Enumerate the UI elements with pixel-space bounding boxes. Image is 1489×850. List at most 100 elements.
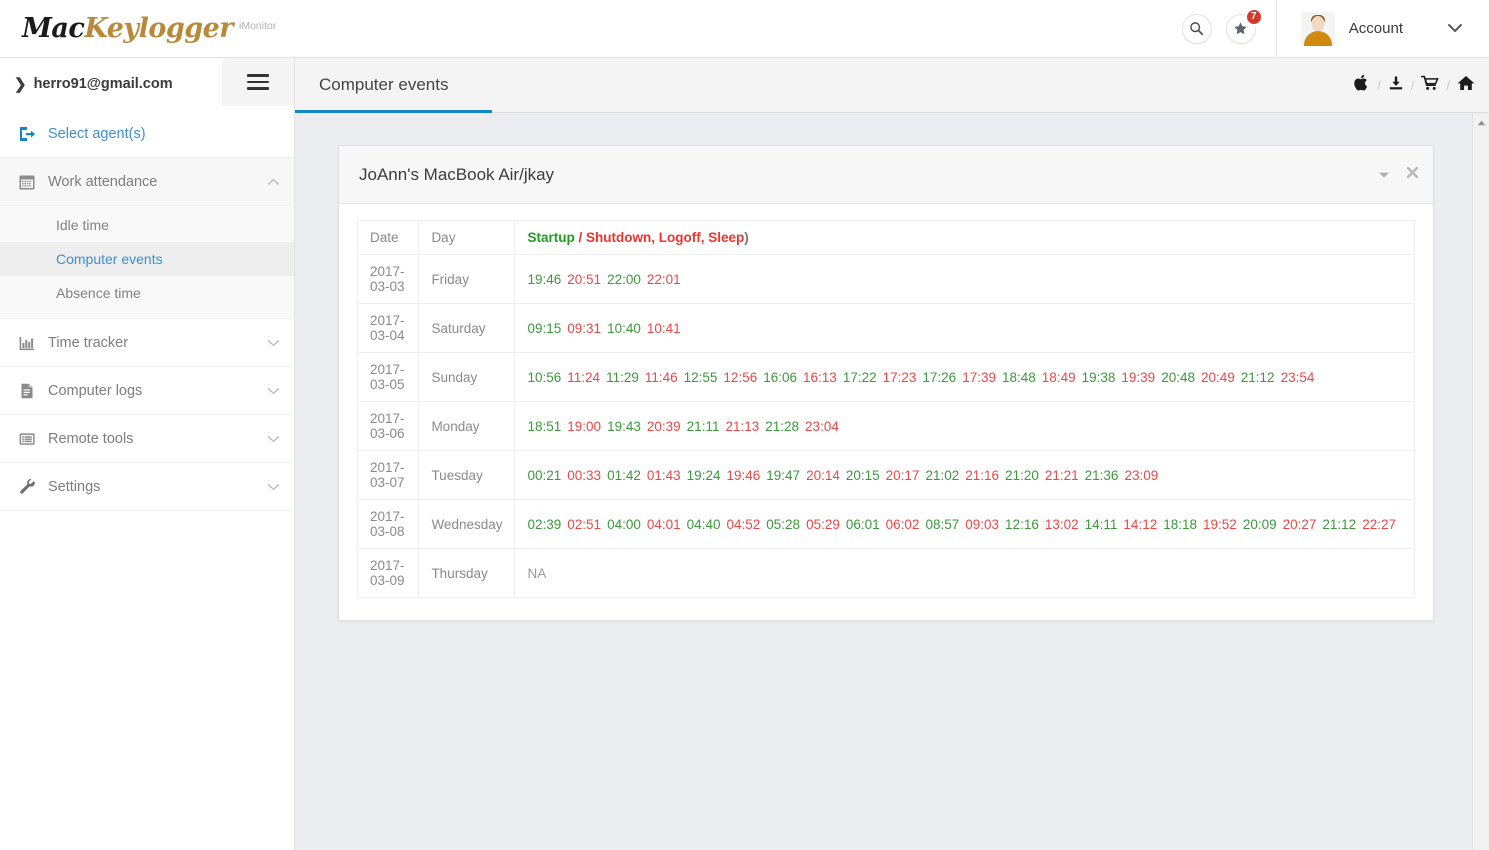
event-stop-time: 23:09 bbox=[1124, 468, 1158, 483]
header-separator: / bbox=[1446, 78, 1450, 93]
cell-events: 02:3902:5104:0004:0104:4004:5205:2805:29… bbox=[515, 500, 1415, 549]
app-logo[interactable]: MacKeylogger iMonitor bbox=[0, 13, 276, 44]
event-startup-time: 09:15 bbox=[527, 321, 561, 336]
chevron-right-icon: ❯ bbox=[14, 75, 27, 93]
cell-events: 19:4620:5122:0022:01 bbox=[515, 255, 1415, 304]
account-menu[interactable]: Account bbox=[1277, 0, 1489, 58]
sidebar-item-label: Work attendance bbox=[48, 174, 157, 190]
sidebar-item-settings[interactable]: Settings bbox=[0, 463, 294, 511]
sidebar-item-idle-time[interactable]: Idle time bbox=[0, 208, 294, 242]
event-stop-time: 05:29 bbox=[806, 517, 840, 532]
event-stop-time: 22:27 bbox=[1362, 517, 1396, 532]
favorites-button[interactable]: 7 bbox=[1226, 14, 1256, 44]
event-stop-time: 20:27 bbox=[1283, 517, 1317, 532]
cell-day: Saturday bbox=[419, 304, 515, 353]
chevron-down-icon bbox=[1447, 20, 1463, 38]
caret-up-icon[interactable] bbox=[1473, 114, 1489, 131]
event-stop-time: 21:21 bbox=[1045, 468, 1079, 483]
document-icon bbox=[18, 382, 48, 400]
event-startup-time: 11:29 bbox=[606, 370, 639, 385]
apple-icon[interactable] bbox=[1354, 74, 1370, 96]
sidebar-item-remote-tools[interactable]: Remote tools bbox=[0, 415, 294, 463]
star-icon bbox=[1233, 21, 1248, 36]
event-startup-time: 20:48 bbox=[1161, 370, 1195, 385]
table-row: 2017-03-07Tuesday00:2100:3301:4201:4319:… bbox=[358, 451, 1415, 500]
event-startup-time: 21:02 bbox=[925, 468, 959, 483]
sidebar-item-computer-events[interactable]: Computer events bbox=[0, 242, 294, 276]
close-icon[interactable] bbox=[1406, 166, 1419, 184]
sidebar-item-time-tracker[interactable]: Time tracker bbox=[0, 319, 294, 367]
table-row: 2017-03-04Saturday09:1509:3110:4010:41 bbox=[358, 304, 1415, 353]
event-stop-time: 23:04 bbox=[805, 419, 839, 434]
content-scrollbar[interactable] bbox=[1472, 114, 1489, 850]
event-startup-time: 18:18 bbox=[1163, 517, 1197, 532]
table-row: 2017-03-08Wednesday02:3902:5104:0004:010… bbox=[358, 500, 1415, 549]
account-label: Account bbox=[1349, 20, 1403, 37]
panel-body: Date Day Startup / Shutdown, Logoff, Sle… bbox=[339, 204, 1433, 620]
event-stop-time: 02:51 bbox=[567, 517, 601, 532]
event-stop-time: 20:17 bbox=[886, 468, 920, 483]
event-startup-time: 17:26 bbox=[922, 370, 956, 385]
sidebar-subitem-label: Computer events bbox=[56, 251, 163, 267]
tab-computer-events[interactable]: Computer events bbox=[295, 58, 472, 113]
cell-day: Sunday bbox=[419, 353, 515, 402]
event-stop-time: 01:43 bbox=[647, 468, 681, 483]
event-startup-time: 04:00 bbox=[607, 517, 641, 532]
chevron-down-icon bbox=[267, 334, 280, 352]
event-stop-time: 20:39 bbox=[647, 419, 681, 434]
search-icon bbox=[1189, 21, 1204, 36]
legend-stop: Shutdown, Logoff, Sleep bbox=[586, 230, 744, 245]
event-startup-time: 17:22 bbox=[843, 370, 877, 385]
sidebar-subitems-work-attendance: Idle time Computer events Absence time bbox=[0, 206, 294, 319]
event-startup-time: 19:24 bbox=[687, 468, 721, 483]
logo-text-primary: Mac bbox=[22, 13, 84, 44]
column-header-day: Day bbox=[419, 221, 515, 255]
event-stop-time: 04:01 bbox=[647, 517, 681, 532]
event-stop-time: 20:14 bbox=[806, 468, 840, 483]
event-startup-time: 19:46 bbox=[527, 272, 561, 287]
event-startup-time: 02:39 bbox=[527, 517, 561, 532]
home-icon[interactable] bbox=[1457, 75, 1475, 96]
event-stop-time: 06:02 bbox=[886, 517, 920, 532]
table-row: 2017-03-06Monday18:5119:0019:4320:3921:1… bbox=[358, 402, 1415, 451]
download-icon[interactable] bbox=[1388, 75, 1404, 96]
column-header-date: Date bbox=[358, 221, 419, 255]
sidebar-toggle-button[interactable] bbox=[222, 58, 294, 106]
table-header-row: Date Day Startup / Shutdown, Logoff, Sle… bbox=[358, 221, 1415, 255]
select-agent-icon bbox=[18, 125, 48, 143]
content-header: Computer events / bbox=[295, 58, 1489, 113]
event-stop-time: 22:01 bbox=[647, 272, 681, 287]
sidebar-item-absence-time[interactable]: Absence time bbox=[0, 276, 294, 310]
event-startup-time: 20:09 bbox=[1243, 517, 1277, 532]
cell-date: 2017-03-05 bbox=[358, 353, 419, 402]
event-startup-time: 12:16 bbox=[1005, 517, 1039, 532]
event-empty: NA bbox=[527, 566, 546, 581]
caret-down-icon[interactable] bbox=[1378, 166, 1390, 184]
event-startup-time: 06:01 bbox=[846, 517, 880, 532]
sidebar-item-select-agents[interactable]: Select agent(s) bbox=[0, 110, 294, 158]
cell-day: Thursday bbox=[419, 549, 515, 598]
event-stop-time: 11:46 bbox=[645, 370, 678, 385]
legend-separator: / bbox=[579, 230, 583, 245]
header-separator: / bbox=[1411, 78, 1415, 93]
event-startup-time: 19:38 bbox=[1082, 370, 1116, 385]
sidebar-item-label: Time tracker bbox=[48, 335, 128, 351]
event-stop-time: 09:31 bbox=[567, 321, 601, 336]
search-button[interactable] bbox=[1182, 14, 1212, 44]
event-startup-time: 00:21 bbox=[527, 468, 561, 483]
table-row: 2017-03-03Friday19:4620:5122:0022:01 bbox=[358, 255, 1415, 304]
cart-icon[interactable] bbox=[1421, 75, 1439, 96]
sidebar-item-work-attendance[interactable]: Work attendance bbox=[0, 158, 294, 206]
cell-date: 2017-03-04 bbox=[358, 304, 419, 353]
avatar-head bbox=[1311, 16, 1324, 31]
column-header-events: Startup / Shutdown, Logoff, Sleep) bbox=[515, 221, 1415, 255]
sidebar-item-computer-logs[interactable]: Computer logs bbox=[0, 367, 294, 415]
event-stop-time: 13:02 bbox=[1045, 517, 1079, 532]
event-stop-time: 09:03 bbox=[965, 517, 999, 532]
legend-startup: Startup bbox=[527, 230, 574, 245]
cell-date: 2017-03-07 bbox=[358, 451, 419, 500]
chevron-down-icon bbox=[267, 382, 280, 400]
event-startup-time: 18:51 bbox=[527, 419, 561, 434]
event-stop-time: 11:24 bbox=[567, 370, 600, 385]
panel-header: JoAnn's MacBook Air/jkay bbox=[339, 146, 1433, 204]
